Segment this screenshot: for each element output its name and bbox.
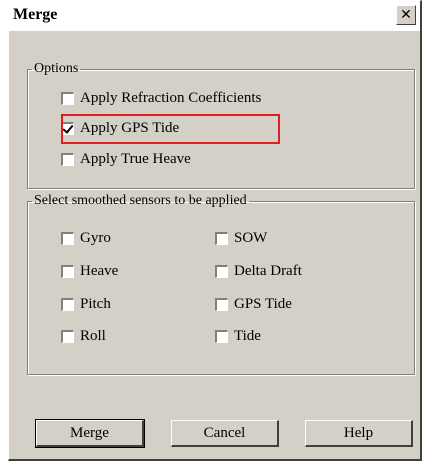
sensor-tide[interactable]: Tide (215, 328, 261, 345)
option-apply-true-heave[interactable]: Apply True Heave (61, 151, 191, 168)
cancel-button[interactable]: Cancel (171, 420, 279, 447)
sensor-label: Heave (80, 263, 119, 279)
merge-dialog: Merge ✕ Options Apply Refraction Coeffic… (8, 0, 422, 461)
sensors-legend: Select smoothed sensors to be applied (34, 193, 247, 208)
sensor-heave[interactable]: Heave (61, 263, 118, 280)
sensor-label: Roll (80, 328, 106, 344)
option-label: Apply Refraction Coefficients (80, 90, 262, 106)
sensor-label: Delta Draft (234, 263, 302, 279)
options-legend: Options (34, 61, 79, 76)
sensor-sow[interactable]: SOW (215, 230, 267, 247)
sensor-gps-tide[interactable]: GPS Tide (215, 296, 292, 313)
checkbox[interactable] (61, 92, 74, 105)
sensor-label: Pitch (80, 296, 111, 312)
checkbox[interactable] (61, 232, 74, 245)
merge-button[interactable]: Merge (35, 419, 145, 448)
sensors-group: Select smoothed sensors to be applied (27, 193, 415, 375)
sensor-label: GPS Tide (234, 296, 292, 312)
checkbox[interactable] (215, 330, 228, 343)
title-bar[interactable]: Merge ✕ (9, 1, 420, 31)
checkbox[interactable] (215, 298, 228, 311)
close-icon[interactable]: ✕ (396, 5, 416, 25)
sensor-gyro[interactable]: Gyro (61, 230, 111, 247)
option-label: Apply True Heave (80, 151, 191, 167)
checkbox[interactable] (61, 330, 74, 343)
sensor-delta-draft[interactable]: Delta Draft (215, 263, 302, 280)
highlight-box (61, 114, 280, 144)
sensor-pitch[interactable]: Pitch (61, 296, 111, 313)
sensor-label: Gyro (80, 230, 111, 246)
checkbox[interactable] (215, 232, 228, 245)
checkbox[interactable] (215, 265, 228, 278)
checkbox[interactable] (61, 298, 74, 311)
checkbox[interactable] (61, 153, 74, 166)
sensor-label: Tide (234, 328, 261, 344)
sensor-label: SOW (234, 230, 268, 246)
dialog-title: Merge (13, 6, 58, 23)
checkbox[interactable] (61, 265, 74, 278)
sensor-roll[interactable]: Roll (61, 328, 106, 345)
option-apply-refraction[interactable]: Apply Refraction Coefficients (61, 90, 261, 107)
help-button[interactable]: Help (305, 420, 413, 447)
